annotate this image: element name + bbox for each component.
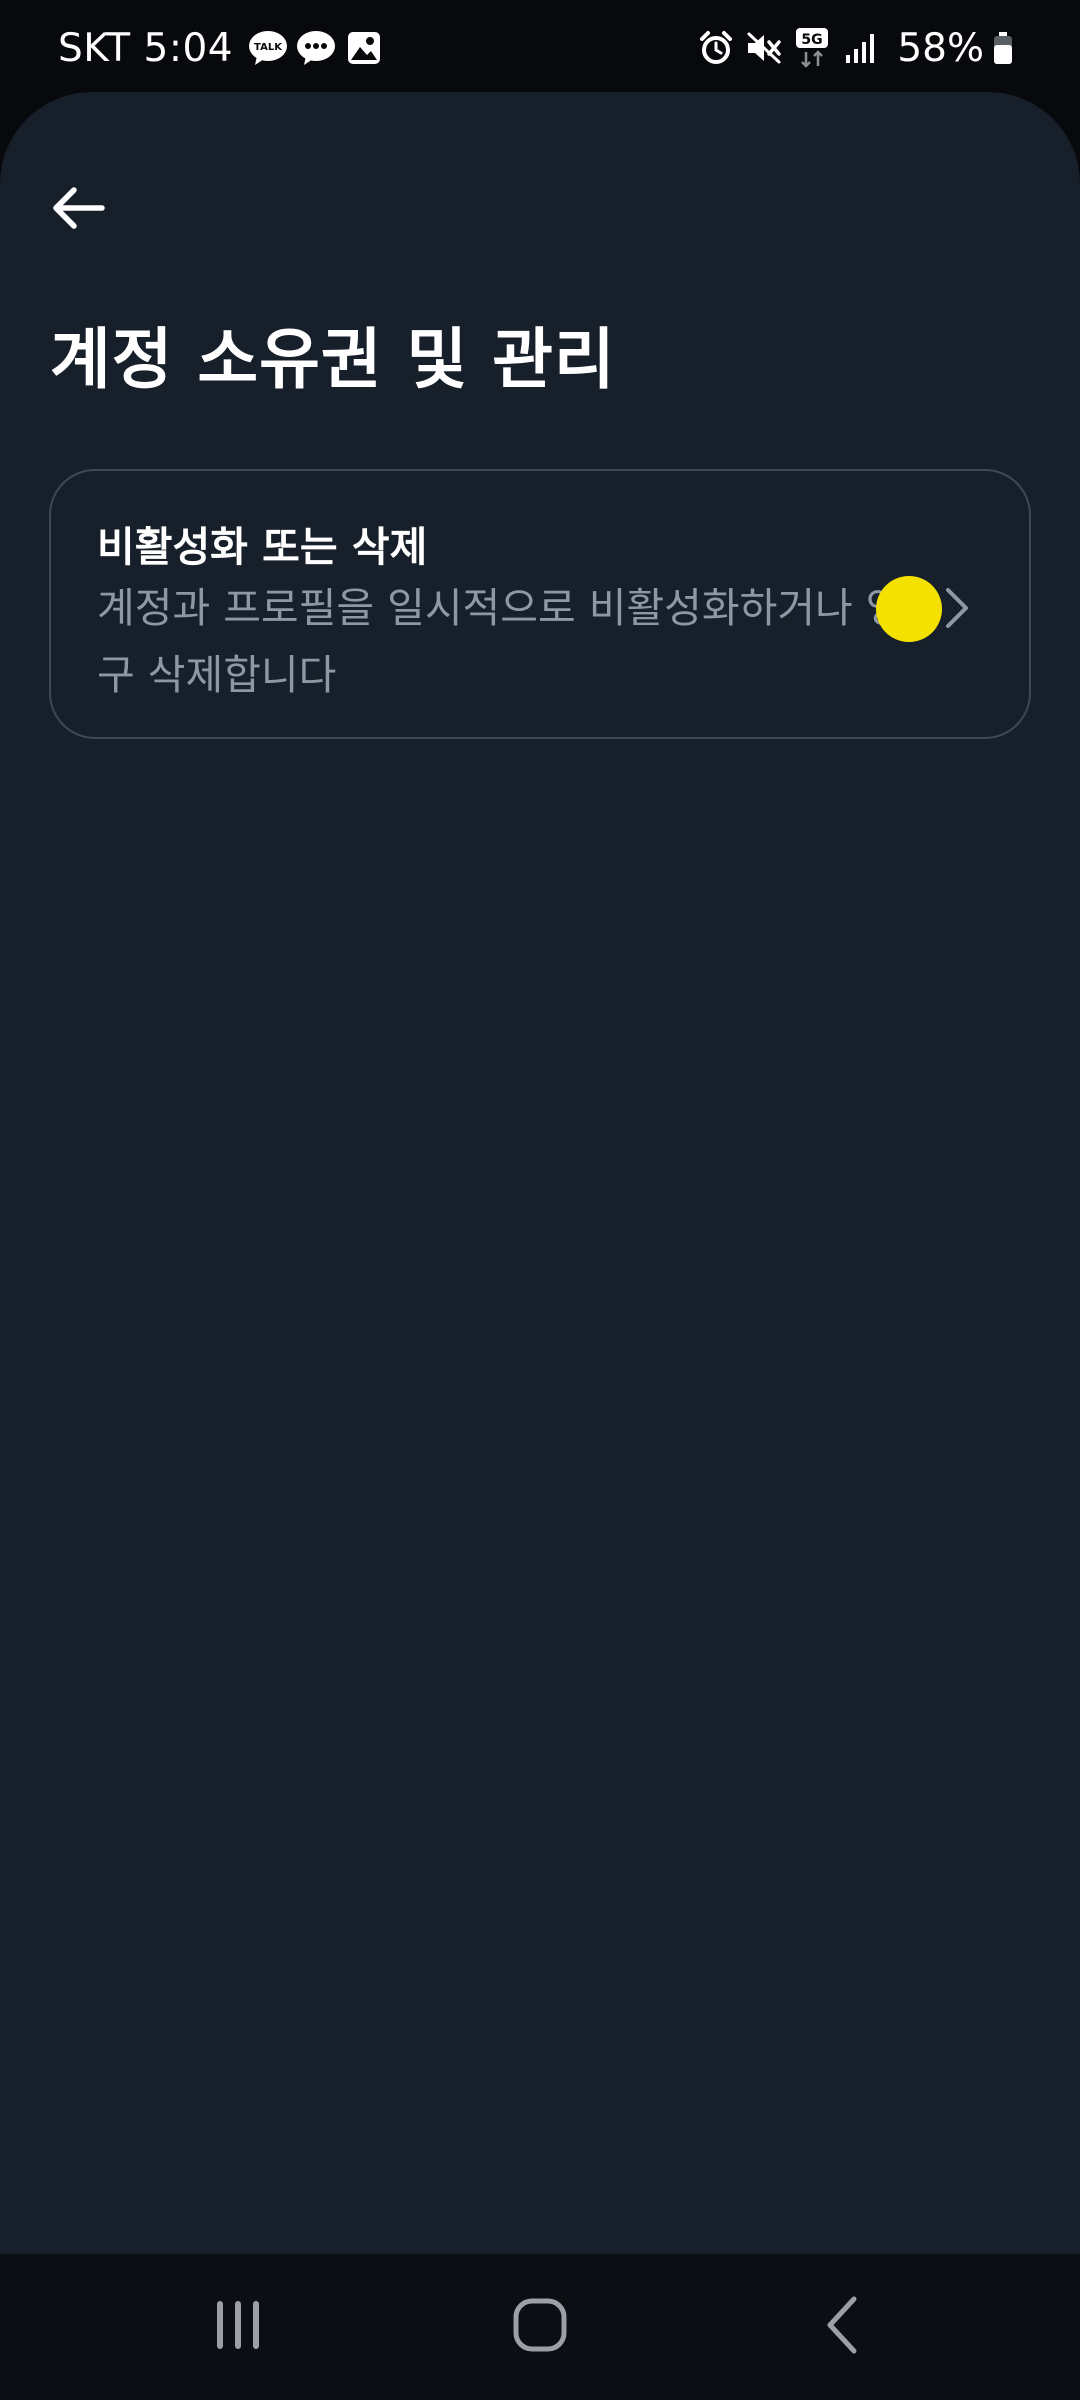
gallery-icon bbox=[343, 27, 385, 69]
page-title: 계정 소유권 및 관리 bbox=[50, 321, 616, 398]
signal-icon bbox=[839, 27, 881, 69]
chevron-right-icon bbox=[937, 583, 977, 633]
battery-icon bbox=[990, 27, 1016, 69]
nav-back-icon bbox=[822, 2295, 862, 2359]
option-description: 계정과 프로필을 일시적으로 비활성화하거나 영구 삭제합니다 bbox=[97, 584, 904, 699]
mute-icon bbox=[743, 27, 785, 69]
arrow-left-icon bbox=[50, 186, 106, 234]
5g-icon: 5G bbox=[791, 27, 833, 69]
battery-percent: 58% bbox=[897, 25, 984, 71]
option-title: 비활성화 또는 삭제 bbox=[97, 523, 428, 571]
status-bar: SKT 5:04 TALK 5G 58% bbox=[0, 0, 1080, 92]
status-bar-right: 5G 58% bbox=[695, 22, 1022, 74]
recents-button[interactable] bbox=[158, 2254, 318, 2400]
back-button[interactable] bbox=[38, 170, 118, 250]
recents-icon bbox=[212, 2297, 264, 2357]
svg-text:5G: 5G bbox=[802, 32, 823, 48]
message-icon bbox=[295, 27, 337, 69]
kakaotalk-icon: TALK bbox=[247, 27, 289, 69]
carrier-time: SKT 5:04 bbox=[58, 25, 234, 71]
home-button[interactable] bbox=[460, 2254, 620, 2400]
navigation-bar bbox=[0, 2254, 1080, 2400]
settings-sheet bbox=[0, 92, 1080, 2254]
touch-indicator bbox=[876, 576, 942, 642]
svg-text:TALK: TALK bbox=[254, 42, 283, 53]
home-icon bbox=[512, 2297, 568, 2357]
alarm-icon bbox=[695, 27, 737, 69]
nav-back-button[interactable] bbox=[762, 2254, 922, 2400]
status-bar-left: SKT 5:04 TALK bbox=[58, 22, 391, 74]
